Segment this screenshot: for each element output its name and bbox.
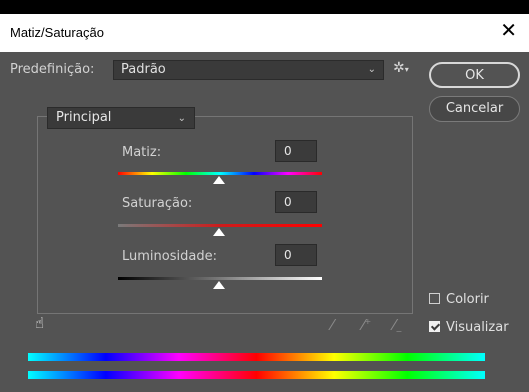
slider-thumb-icon[interactable]	[213, 228, 225, 236]
lightness-slider-track[interactable]	[118, 277, 322, 280]
chevron-down-icon: ⌄	[367, 64, 376, 75]
preset-value: Padrão	[121, 62, 166, 77]
slider-thumb-icon[interactable]	[213, 281, 225, 289]
cancel-button[interactable]: Cancelar	[429, 96, 520, 122]
saturation-slider-track[interactable]	[118, 224, 322, 227]
eyedropper-minus-icon[interactable]: ⁄−	[393, 316, 402, 336]
checkbox-icon	[429, 293, 440, 304]
channel-value: Principal	[56, 110, 112, 125]
screen-top-strip	[0, 0, 529, 14]
eyedropper-plus-icon[interactable]: ⁄+	[362, 316, 371, 334]
channel-select[interactable]: Principal ⌄	[47, 107, 195, 129]
title-bar: Matiz/Saturação ✕	[0, 14, 529, 52]
saturation-label: Saturação:	[122, 196, 193, 211]
close-icon[interactable]: ✕	[500, 21, 517, 41]
hue-saturation-dialog: Matiz/Saturação ✕ Predefinição: Padrão ⌄…	[0, 0, 529, 392]
input-spectrum-bar	[28, 353, 485, 361]
hue-label: Matiz:	[122, 145, 162, 160]
hue-slider-track[interactable]	[118, 172, 322, 175]
hue-value-input[interactable]: 0	[275, 140, 317, 162]
lightness-value-input[interactable]: 0	[275, 244, 317, 266]
colorize-checkbox[interactable]: Colorir	[429, 292, 489, 307]
checkbox-icon	[429, 321, 440, 332]
eyedropper-icon[interactable]: ⁄	[331, 316, 334, 334]
preset-label: Predefinição:	[10, 62, 95, 77]
chevron-down-icon: ⌄	[177, 113, 186, 124]
colorize-label: Colorir	[446, 292, 489, 307]
adjustment-group	[37, 116, 413, 314]
ok-button[interactable]: OK	[429, 62, 520, 88]
saturation-value-input[interactable]: 0	[275, 191, 317, 213]
window-title: Matiz/Saturação	[10, 25, 104, 40]
lightness-label: Luminosidade:	[122, 249, 217, 264]
preset-select[interactable]: Padrão ⌄	[113, 60, 384, 80]
slider-thumb-icon[interactable]	[213, 176, 225, 184]
gear-icon[interactable]: ✲▾	[393, 60, 409, 76]
hand-target-icon[interactable]: ☝	[35, 314, 44, 332]
preview-label: Visualizar	[446, 320, 509, 335]
preview-checkbox[interactable]: Visualizar	[429, 320, 509, 335]
output-spectrum-bar	[28, 371, 485, 379]
